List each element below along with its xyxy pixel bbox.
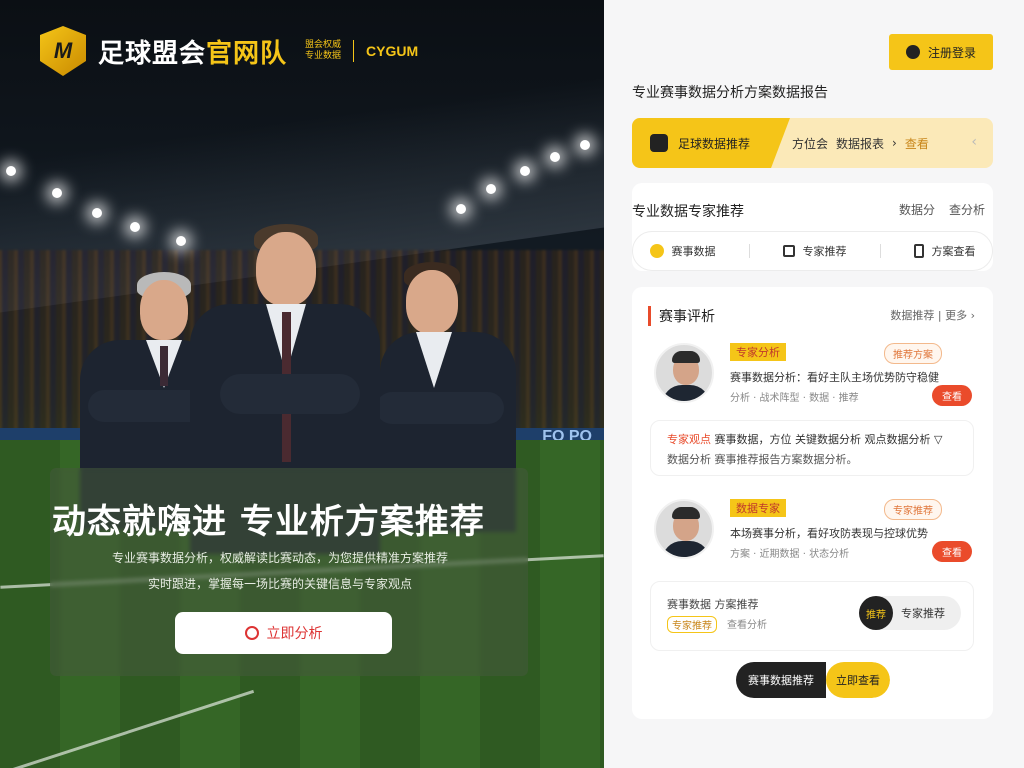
stadium-light — [176, 236, 186, 246]
avatar — [654, 499, 714, 559]
tab-bar: 足球数据推荐 方位会 数据报表 › 查看 ‹ — [632, 118, 993, 168]
pill-label: 专家推荐 — [901, 607, 945, 620]
stats-box: 赛事数据 方案推荐 专家推荐 查看分析 推荐 专家推荐 — [650, 581, 974, 651]
breadcrumb: 方位会 数据报表 › 查看 — [792, 118, 929, 168]
expert-pill[interactable]: 推荐 专家推荐 — [859, 596, 961, 630]
stadium-light — [520, 166, 530, 176]
phone-icon — [913, 244, 924, 258]
stats-title: 赛事数据 方案推荐 — [667, 598, 759, 611]
card-link[interactable]: 数据分 — [899, 201, 935, 218]
brand-title: 足球盟会官网队 — [98, 38, 288, 69]
view-button[interactable]: 查看 — [932, 385, 972, 406]
bottom-toggle: 赛事数据推荐 立即查看 — [736, 662, 890, 698]
breadcrumb-item[interactable]: 方位会 — [792, 135, 828, 152]
quick-action-data[interactable]: 赛事数据 — [649, 243, 716, 259]
expert-summary: 本场赛事分析，看好攻防表现与控球优势 — [730, 527, 928, 540]
expert-item[interactable]: 数据专家 专家推荐 本场赛事分析，看好攻防表现与控球优势 方案 · 近期数据 ·… — [654, 499, 974, 562]
quote-line1: 专家观点 赛事数据，方位 关键数据分析 观点数据分析 ▽ — [667, 433, 943, 446]
expert-tag: 专家推荐 — [884, 499, 942, 520]
expert-item[interactable]: 专家分析 推荐方案 赛事数据分析：看好主队主场优势防守稳健 分析 · 战术阵型 … — [654, 343, 974, 406]
stadium-light — [580, 140, 590, 150]
stadium-light — [52, 188, 62, 198]
stadium-light — [6, 166, 16, 176]
breadcrumb-item[interactable]: 数据报表 — [836, 135, 884, 152]
hero-description-line2: 实时跟进，掌握每一场比赛的关键信息与专家观点 — [147, 577, 412, 591]
expert-tag: 推荐方案 — [884, 343, 942, 364]
avatar — [654, 343, 714, 403]
expert-summary: 赛事数据分析：看好主队主场优势防守稳健 — [730, 371, 939, 384]
stadium-light — [486, 184, 496, 194]
expert-recommend-card: 专业数据专家推荐 数据分 查分析 赛事数据 专家推荐 方案查看 — [632, 183, 993, 271]
side-subtitle: 专业赛事数据分析方案数据报告 — [632, 85, 828, 101]
hero-cta-label: 立即分析 — [266, 626, 323, 642]
tab-football-data[interactable]: 足球数据推荐 — [632, 118, 790, 168]
hero-description-line1: 专业赛事数据分析，权威解读比赛动态，为您提供精准方案推荐 — [111, 551, 448, 565]
expert-quote: 专家观点 赛事数据，方位 关键数据分析 观点数据分析 ▽ 数据分析 赛事推荐报告… — [650, 420, 974, 476]
register-login-label: 注册登录 — [927, 45, 976, 60]
brand-english: CYGUM — [366, 43, 419, 59]
user-icon — [905, 45, 920, 59]
section-title: 赛事评析 — [648, 306, 715, 326]
expert-name: 数据专家 — [730, 499, 786, 517]
expert-name: 专家分析 — [730, 343, 786, 361]
stats-extra[interactable]: 查看分析 — [727, 616, 767, 633]
stadium-light — [550, 152, 560, 162]
brand-divider — [353, 40, 355, 62]
stats-badge: 专家推荐 — [667, 616, 717, 633]
quick-actions: 赛事数据 专家推荐 方案查看 — [632, 231, 993, 271]
match-review-card: 赛事评析 数据推荐 | 更多 › 专家分析 推荐方案 赛事数据分析：看好主队主场… — [632, 287, 993, 719]
stadium-light — [456, 204, 466, 214]
brand-logo[interactable]: M 足球盟会官网队 盟会权威 专业数据 CYGUM — [40, 26, 418, 76]
stadium-light — [92, 208, 102, 218]
quick-action-plan[interactable]: 方案查看 — [913, 243, 976, 259]
register-login-button[interactable]: 注册登录 — [889, 34, 993, 70]
card-link[interactable]: 查分析 — [949, 201, 985, 218]
view-button[interactable]: 查看 — [932, 541, 972, 562]
card-title: 专业数据专家推荐 — [632, 204, 744, 220]
shield-logo-icon: M — [40, 26, 86, 76]
divider — [748, 244, 750, 258]
expert-meta: 方案 · 近期数据 · 状态分析 — [730, 549, 850, 560]
target-icon — [244, 626, 259, 640]
quick-action-expert[interactable]: 专家推荐 — [782, 243, 847, 259]
hero-cta-button[interactable]: 立即分析 — [175, 612, 392, 654]
divider — [879, 244, 881, 258]
card-links: 数据分 查分析 — [899, 201, 985, 218]
trophy-icon — [650, 134, 668, 152]
brand-subtitle: 盟会权威 专业数据 — [305, 40, 342, 61]
toggle-view[interactable]: 立即查看 — [826, 662, 890, 698]
lock-icon — [782, 245, 795, 257]
section-links[interactable]: 数据推荐 | 更多 › — [890, 307, 975, 323]
quote-line2: 数据分析 赛事推荐报告方案数据分析。 — [667, 453, 858, 466]
chevron-right-icon: › — [892, 136, 897, 150]
hero-headline: 动态就嗨进 专业析方案推荐 — [52, 502, 485, 542]
stadium-light — [130, 222, 140, 232]
expert-meta: 分析 · 战术阵型 · 数据 · 推荐 — [730, 393, 859, 404]
chevron-left-icon[interactable]: ‹ — [971, 134, 977, 150]
toggle-data[interactable]: 赛事数据推荐 — [736, 662, 826, 698]
tab-football-data-label: 足球数据推荐 — [678, 136, 751, 151]
stats-meta: 专家推荐 查看分析 — [667, 616, 767, 633]
data-icon — [649, 244, 664, 258]
pill-icon: 推荐 — [859, 596, 893, 630]
breadcrumb-item[interactable]: 查看 — [905, 135, 929, 152]
